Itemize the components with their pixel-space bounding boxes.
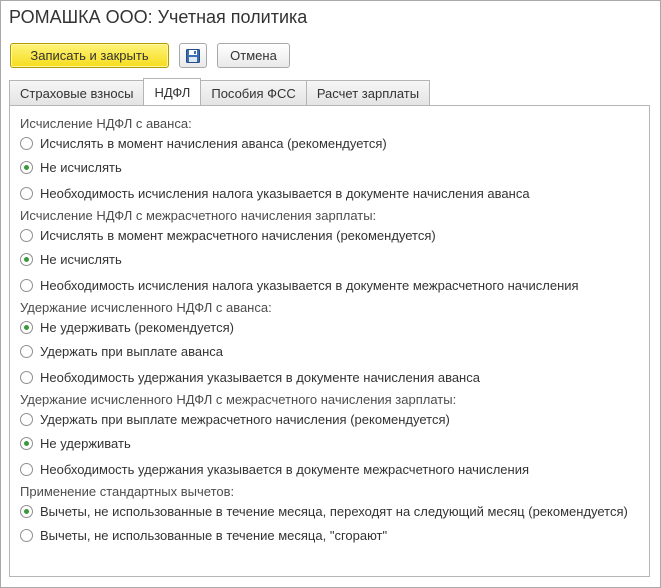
radio-option-label: Не исчислять [40,159,122,175]
radio-unchecked-icon[interactable] [20,186,33,200]
radio-option[interactable]: Необходимость удержания указывается в до… [20,364,641,390]
radio-group: Удержание исчисленного НДФЛ с межрасчетн… [20,392,641,482]
radio-option[interactable]: Не удерживать [20,430,641,456]
tab-4[interactable]: Расчет зарплаты [305,80,431,105]
radio-unchecked-icon[interactable] [20,136,33,150]
radio-option-label: Вычеты, не использованные в течение меся… [40,527,388,543]
radio-option-label: Необходимость исчисления налога указывае… [40,277,579,293]
radio-unchecked-icon[interactable] [20,228,33,242]
radio-checked-icon[interactable] [20,504,33,518]
radio-option-label: Удержать при выплате аванса [40,343,224,359]
radio-unchecked-icon[interactable] [20,344,33,358]
radio-option[interactable]: Удержать при выплате межрасчетного начис… [20,408,641,430]
radio-option[interactable]: Удержать при выплате аванса [20,338,641,364]
radio-checked-icon[interactable] [20,436,33,450]
group-label: Исчисление НДФЛ с аванса: [20,116,192,131]
radio-unchecked-icon[interactable] [20,370,33,384]
radio-unchecked-icon[interactable] [20,278,33,292]
save-and-close-button[interactable]: Записать и закрыть [10,43,169,68]
radio-option-label: Необходимость удержания указывается в до… [40,369,480,385]
tab-bar: Страховые взносы НДФЛ Пособия ФСС Расчет за… [9,78,431,105]
tab-3[interactable]: Пособия ФСС [200,80,307,105]
save-button[interactable] [179,43,207,68]
radio-option-label: Не удерживать [40,435,131,451]
radio-option-label: Исчислять в момент межрасчетного начисле… [40,227,436,243]
group-label: Исчисление НДФЛ с межрасчетного начислен… [20,208,377,223]
tab-2[interactable]: НДФЛ [143,78,202,105]
radio-group: Исчисление НДФЛ с аванса: Исчислять в мом… [20,116,641,206]
settings-content: Исчисление НДФЛ с аванса: Исчислять в мом… [20,116,641,550]
radio-checked-icon[interactable] [20,252,33,266]
radio-option-label: Не удерживать (рекомендуется) [40,319,234,335]
radio-group: Применение стандартных вычетов: Вычеты, н… [20,484,641,548]
radio-option[interactable]: Исчислять в момент начисления аванса (ре… [20,132,641,154]
radio-group: Исчисление НДФЛ с межрасчетного начислен… [20,208,641,298]
radio-unchecked-icon[interactable] [20,528,33,542]
radio-option[interactable]: Не исчислять [20,154,641,180]
radio-checked-icon[interactable] [20,160,33,174]
group-label: Применение стандартных вычетов: [20,484,235,499]
group-label: Удержание исчисленного НДФЛ с аванса: [20,300,272,315]
radio-option-label: Исчислять в момент начисления аванса (ре… [40,135,387,151]
radio-unchecked-icon[interactable] [20,412,33,426]
radio-option[interactable]: Необходимость удержания указывается в до… [20,456,641,482]
radio-option-label: Удержать при выплате межрасчетного начис… [40,411,450,427]
radio-group: Удержание исчисленного НДФЛ с аванса: Не … [20,300,641,390]
floppy-disk-icon [186,48,200,63]
radio-option[interactable]: Необходимость исчисления налога указывае… [20,272,641,298]
window-title: РОМАШКА ООО: Учетная политика [9,7,308,27]
radio-option[interactable]: Вычеты, не использованные в течение меся… [20,500,641,522]
radio-option[interactable]: Вычеты, не использованные в течение меся… [20,522,641,548]
radio-checked-icon[interactable] [20,320,33,334]
radio-option[interactable]: Исчислять в момент межрасчетного начисле… [20,224,641,246]
radio-option-label: Не исчислять [40,251,122,267]
radio-option[interactable]: Не исчислять [20,246,641,272]
tab-1[interactable]: Страховые взносы [9,80,145,105]
radio-option[interactable]: Необходимость исчисления налога указывае… [20,180,641,206]
group-label: Удержание исчисленного НДФЛ с межрасчетн… [20,392,457,407]
radio-option-label: Необходимость исчисления налога указывае… [40,185,530,201]
radio-option-label: Вычеты, не использованные в течение меся… [40,503,628,519]
cancel-button[interactable]: Отмена [217,43,290,68]
radio-option-label: Необходимость удержания указывается в до… [40,461,529,477]
policy-window: РОМАШКА ООО: Учетная политика Записать и… [0,0,661,588]
radio-option[interactable]: Не удерживать (рекомендуется) [20,316,641,338]
ndfl-tab-panel: Исчисление НДФЛ с аванса: Исчислять в мом… [9,105,650,577]
radio-unchecked-icon[interactable] [20,462,33,476]
